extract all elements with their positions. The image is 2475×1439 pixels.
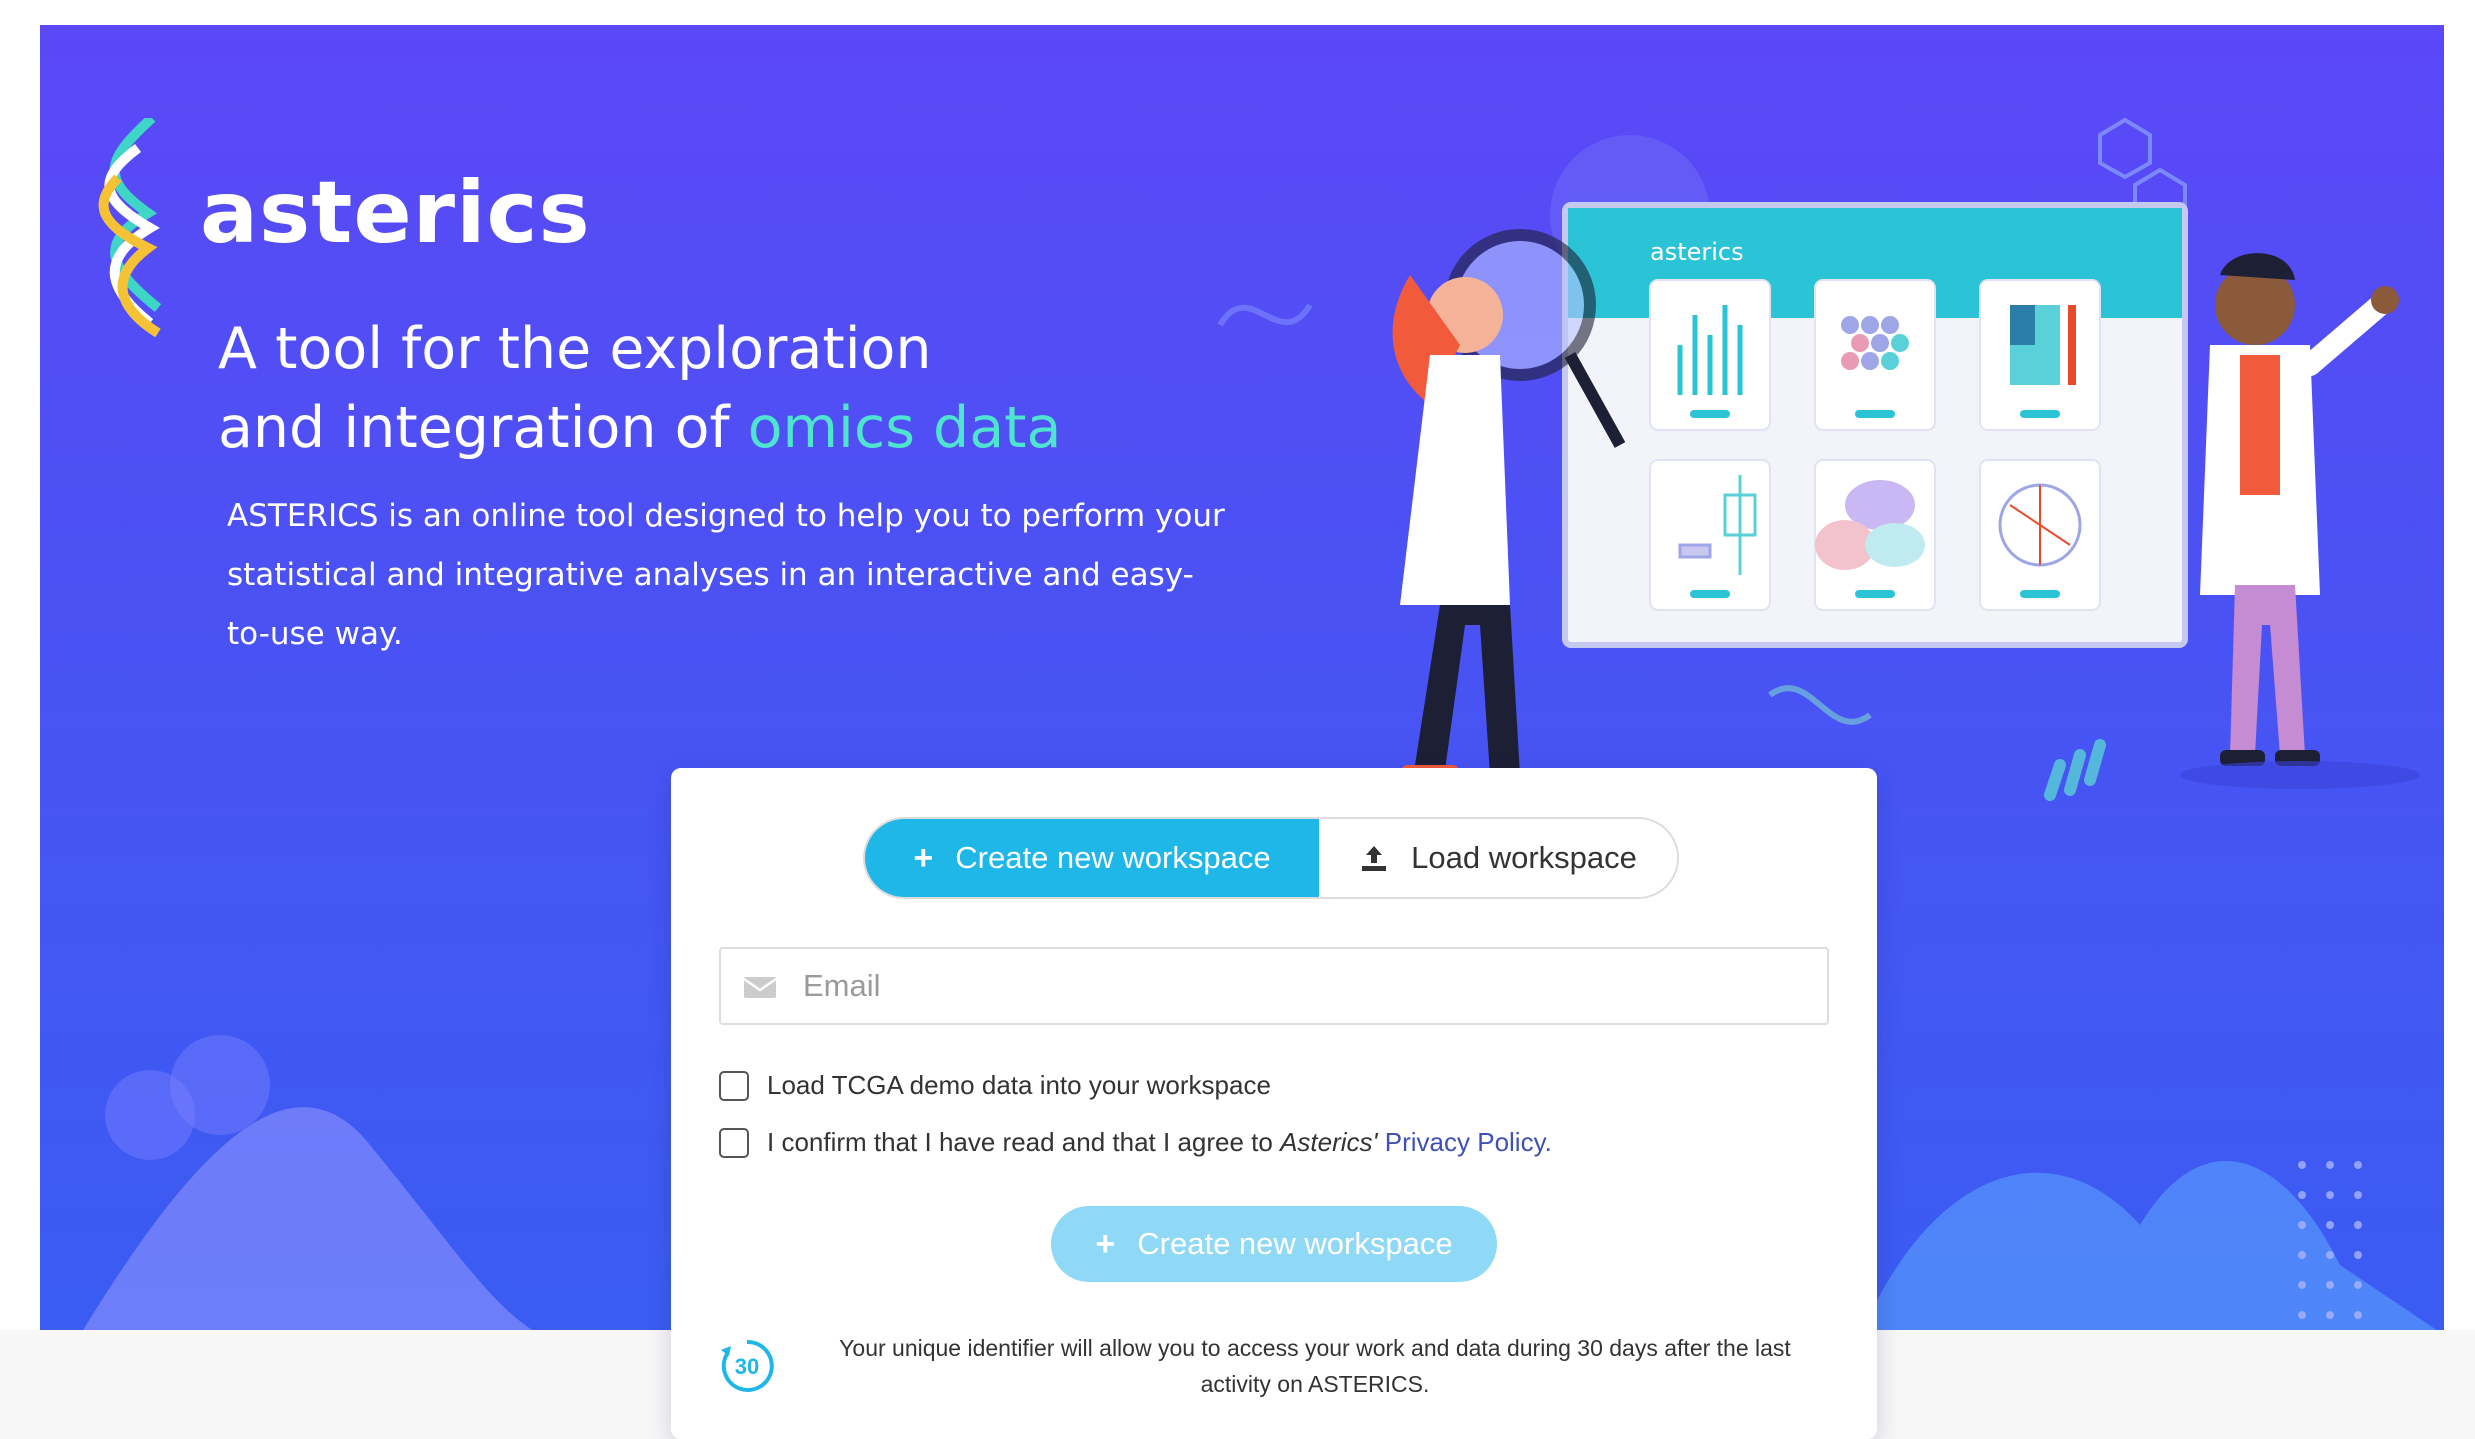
demo-data-checkbox[interactable] [719,1070,749,1101]
privacy-label: I confirm that I have read and that I ag… [767,1127,1552,1158]
tab-create-workspace[interactable]: + Create new workspace [865,819,1319,897]
create-workspace-button[interactable]: + Create new workspace [1051,1206,1497,1282]
email-input[interactable] [801,967,1705,1005]
headline-line-1: A tool for the exploration [218,316,932,382]
privacy-policy-link[interactable]: Privacy Policy. [1385,1127,1552,1157]
plus-icon: + [913,839,934,877]
workspace-tabs: + Create new workspace Load workspace [863,817,1679,899]
30-days-icon: 30 [721,1339,774,1392]
scientists-illustration: asterics [1217,117,2420,801]
create-workspace-button-label: Create new workspace [1137,1226,1453,1261]
demo-data-label: Load TCGA demo data into your workspace [767,1070,1271,1100]
tab-create-label: Create new workspace [955,840,1271,875]
retention-note-text: Your unique identifier will allow you to… [839,1335,1791,1397]
envelope-icon [743,977,777,998]
asterics-logo-icon [98,118,162,338]
illustration-screen-title: asterics [1650,238,1744,266]
email-field [719,947,1829,1025]
privacy-label-brand: Asterics' [1280,1127,1378,1157]
plus-icon: + [1095,1224,1116,1263]
hero-description: ASTERICS is an online tool designed to h… [227,498,1225,652]
tab-load-label: Load workspace [1411,840,1637,875]
workspace-card: + Create new workspace Load workspace Lo… [671,768,1877,1439]
tab-load-workspace[interactable]: Load workspace [1319,819,1677,897]
hero-headline: A tool for the exploration and integrati… [218,310,1061,468]
upload-icon [1362,846,1387,871]
privacy-option[interactable]: I confirm that I have read and that I ag… [719,1127,1552,1158]
30-days-icon-text: 30 [735,1354,759,1379]
privacy-checkbox[interactable] [719,1127,749,1158]
headline-accent: omics data [747,395,1062,461]
page-margin [0,0,40,1439]
headline-line-2-prefix: and integration of [218,395,748,461]
brand-name: asterics [200,163,591,263]
privacy-label-prefix: I confirm that I have read and that I ag… [767,1127,1281,1157]
demo-data-option[interactable]: Load TCGA demo data into your workspace [719,1070,1271,1101]
retention-note: 30 Your unique identifier will allow you… [717,1330,1827,1402]
